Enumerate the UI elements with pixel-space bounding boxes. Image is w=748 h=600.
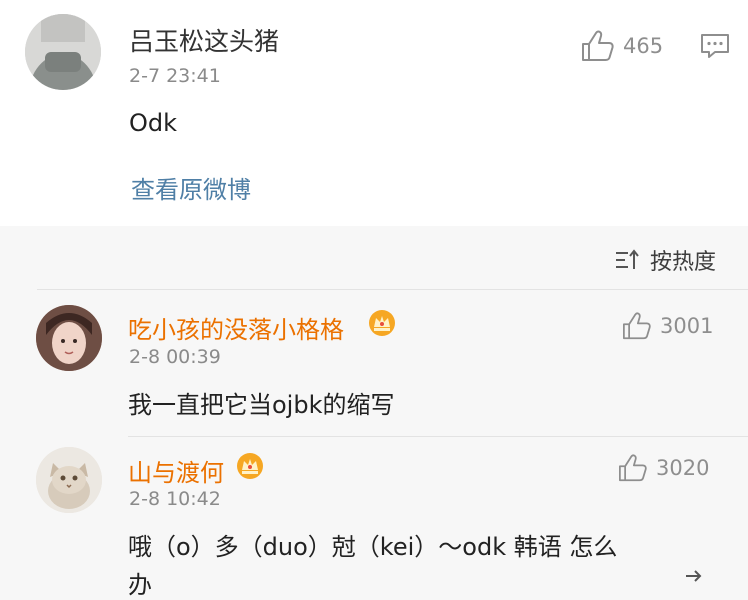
view-original-link[interactable]: 查看原微博 <box>131 170 251 205</box>
comment-2-time: 2-8 10:42 <box>129 488 221 510</box>
comment-1-username[interactable]: 吃小孩的没落小格格 <box>128 310 344 345</box>
comment-2-like-count: 3020 <box>656 456 710 480</box>
avatar-main-user[interactable] <box>25 14 101 90</box>
sort-label: 按热度 <box>650 250 717 275</box>
crown-badge-icon <box>237 453 263 479</box>
reply-arrow-icon[interactable] <box>684 568 704 587</box>
divider <box>128 436 748 437</box>
comment-1-time: 2-8 00:39 <box>129 346 221 368</box>
like-icon <box>623 312 651 340</box>
comment-icon[interactable] <box>700 32 730 64</box>
comment-2-content: 哦（o）多（duo）尅（kei）～odk 韩语 怎么 <box>128 533 618 561</box>
avatar-comment-2[interactable] <box>36 447 102 513</box>
like-icon <box>619 454 647 482</box>
main-post-time: 2-7 23:41 <box>129 65 221 87</box>
comment-1-content: 我一直把它当ojbk的缩写 <box>128 391 395 419</box>
main-like-count: 465 <box>623 34 664 58</box>
comment-2-username[interactable]: 山与渡何 <box>128 453 224 488</box>
comment-1-like-button[interactable]: 3001 <box>622 312 713 340</box>
avatar-comment-1[interactable] <box>36 305 102 371</box>
crown-badge-icon <box>369 310 395 336</box>
comment-2-content-line2: 办 <box>128 571 152 599</box>
like-icon <box>582 30 614 61</box>
sort-by-hot-button[interactable]: 按热度 <box>614 244 716 276</box>
divider <box>37 289 748 290</box>
sort-icon <box>616 249 639 269</box>
comment-1-like-count: 3001 <box>660 314 714 338</box>
main-post-content: Odk <box>129 109 178 137</box>
main-username[interactable]: 吕玉松这头猪 <box>129 22 279 58</box>
main-like-button[interactable]: 465 <box>581 30 663 62</box>
comment-2-like-button[interactable]: 3020 <box>618 454 709 482</box>
